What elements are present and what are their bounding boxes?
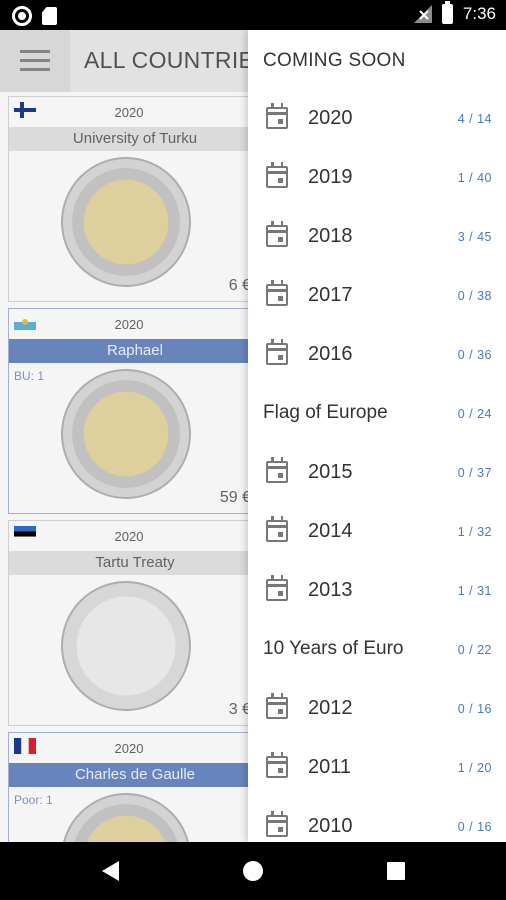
- drawer-year-item[interactable]: 2013 1 / 31: [248, 562, 506, 621]
- drawer-item-label: 2017: [308, 284, 353, 306]
- drawer-year-item[interactable]: 2020 4 / 14: [248, 90, 506, 149]
- drawer-list: 2020 4 / 14 2019 1 / 40 2018 3 / 45 2017 0 / 38…: [248, 90, 506, 842]
- status-bar: 7:36: [0, 0, 506, 30]
- calendar-icon: [265, 811, 288, 837]
- calendar-icon: [265, 103, 288, 129]
- drawer-item-label: 2010: [308, 815, 353, 837]
- drawer-item-label: 2016: [308, 343, 353, 365]
- back-icon[interactable]: [102, 861, 119, 881]
- drawer-item-count: 0 / 37: [457, 466, 492, 480]
- drawer-item-label: 2014: [308, 520, 353, 542]
- battery-icon: [441, 1, 453, 24]
- drawer-item-label: 2015: [308, 461, 353, 483]
- drawer-item-label: 2012: [308, 697, 353, 719]
- drawer-item-count: 0 / 24: [457, 407, 492, 421]
- recents-icon[interactable]: [387, 862, 405, 880]
- drawer-item-count: 3 / 45: [457, 230, 492, 244]
- drawer-item-label: 2013: [308, 579, 353, 601]
- drawer-year-item[interactable]: 2015 0 / 37: [248, 444, 506, 503]
- drawer-item-count: 0 / 22: [457, 643, 492, 657]
- clock: 7:36: [462, 4, 496, 23]
- system-nav-bar: [0, 842, 506, 900]
- calendar-icon: [265, 162, 288, 188]
- drawer-year-item[interactable]: 2011 1 / 20: [248, 739, 506, 798]
- drawer-item-count: 1 / 32: [457, 525, 492, 539]
- home-icon[interactable]: [243, 861, 263, 881]
- calendar-icon: [265, 339, 288, 365]
- drawer-item-label: 2011: [308, 756, 352, 778]
- record-icon: [12, 6, 32, 26]
- drawer-year-item[interactable]: 2016 0 / 36: [248, 326, 506, 385]
- navigation-drawer: COMING SOON 2020 4 / 14 2019 1 / 40 2018 3 / …: [248, 30, 506, 842]
- status-right: 7:36: [413, 1, 496, 24]
- drawer-item-label: 2019: [308, 166, 353, 188]
- calendar-icon: [265, 516, 288, 542]
- drawer-year-item[interactable]: 2014 1 / 32: [248, 503, 506, 562]
- drawer-item-label: 10 Years of Euro: [263, 638, 404, 659]
- drawer-item-count: 0 / 38: [457, 289, 492, 303]
- drawer-item-label: Flag of Europe: [263, 402, 388, 423]
- drawer-item-count: 1 / 40: [457, 171, 492, 185]
- calendar-icon: [265, 693, 288, 719]
- drawer-item-count: 4 / 14: [457, 112, 492, 126]
- drawer-item-count: 0 / 16: [457, 820, 492, 834]
- drawer-year-item[interactable]: 2017 0 / 38: [248, 267, 506, 326]
- drawer-item-label: 2020: [308, 107, 353, 129]
- calendar-icon: [265, 457, 288, 483]
- drawer-item-count: 1 / 20: [457, 761, 492, 775]
- calendar-icon: [265, 575, 288, 601]
- no-signal-icon: [413, 5, 432, 23]
- calendar-icon: [265, 221, 288, 247]
- drawer-year-item[interactable]: 2018 3 / 45: [248, 208, 506, 267]
- drawer-item-label: 2018: [308, 225, 353, 247]
- drawer-section-item[interactable]: Flag of Europe 0 / 24: [248, 385, 506, 444]
- drawer-year-item[interactable]: 2019 1 / 40: [248, 149, 506, 208]
- drawer-year-item[interactable]: 2010 0 / 16: [248, 798, 506, 842]
- drawer-item-count: 1 / 31: [457, 584, 492, 598]
- drawer-item-count: 0 / 16: [457, 702, 492, 716]
- sd-card-icon: [42, 7, 57, 25]
- drawer-year-item[interactable]: 2012 0 / 16: [248, 680, 506, 739]
- calendar-icon: [265, 752, 288, 778]
- calendar-icon: [265, 280, 288, 306]
- drawer-section-item[interactable]: 10 Years of Euro 0 / 22: [248, 621, 506, 680]
- drawer-item-count: 0 / 36: [457, 348, 492, 362]
- drawer-header: COMING SOON: [263, 50, 406, 71]
- status-left: [12, 6, 57, 26]
